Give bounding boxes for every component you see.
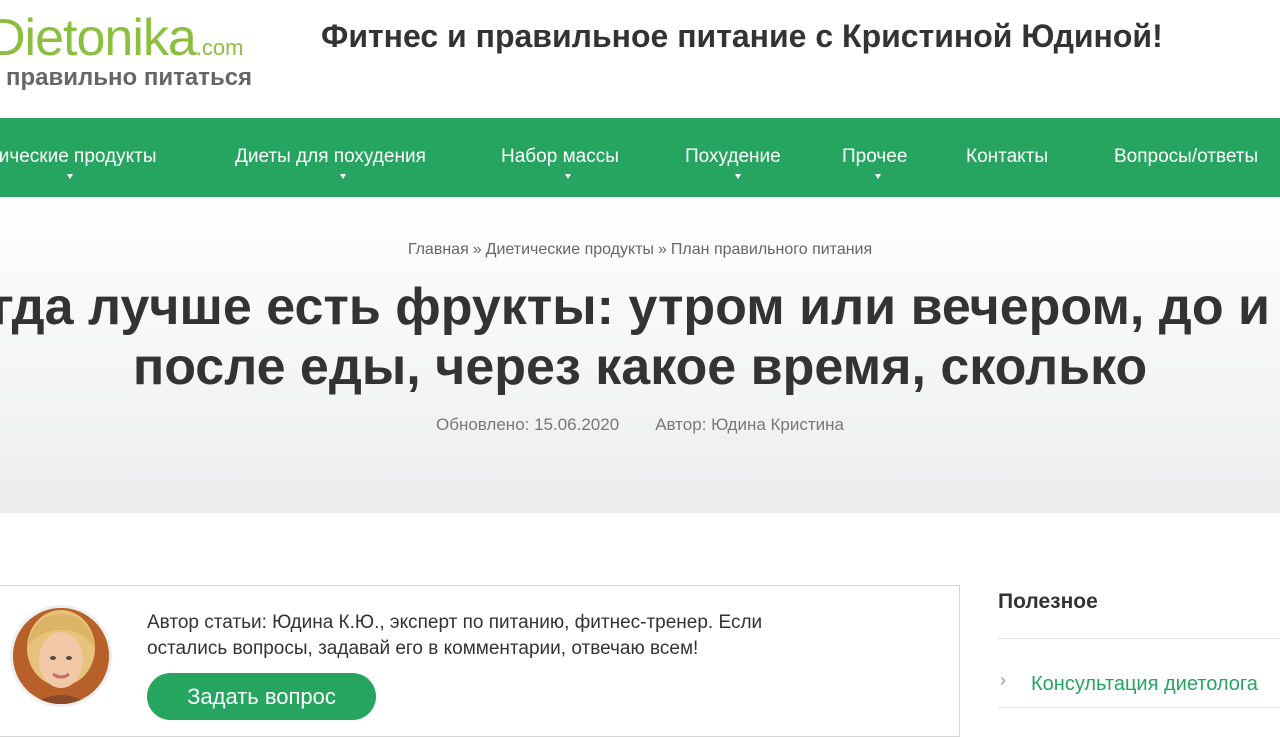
- breadcrumb-diet-products[interactable]: Диетические продукты: [486, 241, 654, 258]
- main-nav: тические продукты Диеты для похудения На…: [0, 118, 1280, 197]
- updated-date: Обновлено: 15.06.2020: [435, 415, 620, 434]
- breadcrumb-home[interactable]: Главная: [408, 241, 469, 258]
- chevron-right-icon: ›: [1000, 670, 1006, 690]
- nav-item-diet-products[interactable]: тические продукты: [0, 146, 157, 168]
- ask-question-button[interactable]: Задать вопрос: [147, 673, 376, 720]
- chevron-down-icon: [875, 174, 881, 179]
- breadcrumb: Главная» Диетические продукты» План правил…: [0, 241, 1280, 259]
- site-title: Фитнес и правильное питание с Кристиной …: [321, 18, 1163, 54]
- author-bio: Автор статьи: Юдина К.Ю., эксперт по пит…: [147, 612, 763, 659]
- logo-text: Dietonika: [0, 9, 197, 67]
- nav-item-contacts[interactable]: Контакты: [966, 146, 1048, 168]
- divider: [998, 638, 1280, 639]
- site-header: Dietonika.com а правильно питаться Фитне…: [0, 0, 1280, 118]
- logo-tagline: а правильно питаться: [0, 64, 253, 91]
- logo-suffix: .com: [195, 35, 244, 60]
- breadcrumb-separator: »: [472, 241, 482, 258]
- article-meta: Обновлено: 15.06.2020 Автор: Юдина Кристи…: [0, 415, 1280, 435]
- chevron-down-icon: [735, 174, 741, 179]
- author-box: Автор статьи: Юдина К.Ю., эксперт по пит…: [0, 585, 960, 737]
- site-logo[interactable]: Dietonika.com а правильно питаться: [0, 9, 252, 91]
- avatar: [13, 608, 109, 704]
- nav-item-other[interactable]: Прочее: [842, 146, 907, 168]
- article-title-line-2: после еды, через какое время, сколько: [132, 338, 1148, 396]
- article-author: Автор: Юдина Кристина: [655, 415, 845, 434]
- chevron-down-icon: [340, 174, 346, 179]
- divider: [998, 707, 1280, 708]
- sidebar-title: Полезное: [998, 590, 1098, 613]
- article-header: Главная» Диетические продукты» План правил…: [0, 197, 1280, 513]
- sidebar-link-consultation[interactable]: Консультация диетолога: [1031, 673, 1258, 696]
- article-title-line-1: гда лучше есть фрукты: утром или вечером…: [0, 278, 1270, 336]
- chevron-down-icon: [67, 174, 73, 179]
- nav-item-faq[interactable]: Вопросы/ответы: [1114, 146, 1258, 168]
- nav-item-mass-gain[interactable]: Набор массы: [501, 146, 619, 168]
- nav-item-weight-loss[interactable]: Похудение: [685, 146, 781, 168]
- breadcrumb-current: План правильного питания: [670, 241, 873, 258]
- nav-item-diets[interactable]: Диеты для похудения: [235, 146, 426, 168]
- breadcrumb-separator: »: [658, 241, 667, 258]
- chevron-down-icon: [565, 174, 571, 179]
